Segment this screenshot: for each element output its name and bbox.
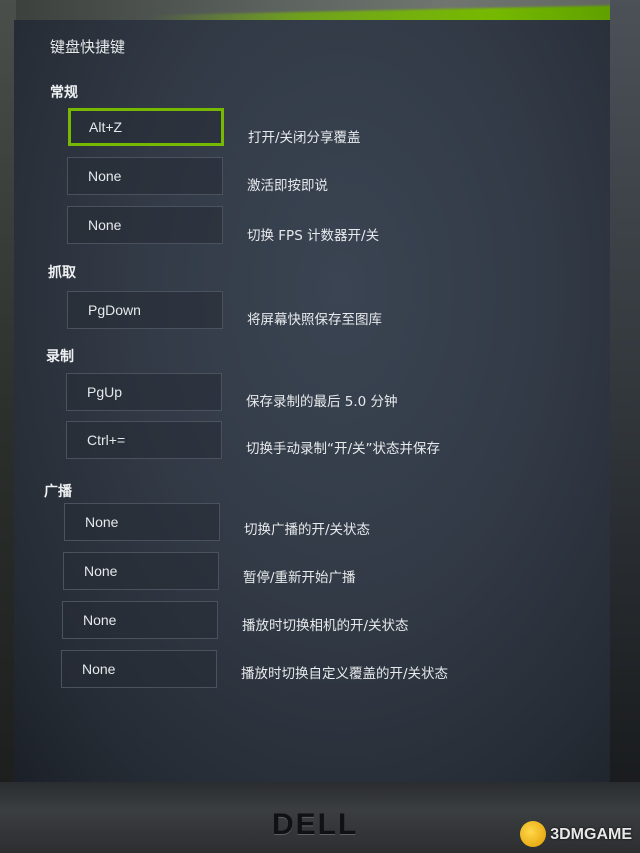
- section-record: 录制: [46, 349, 74, 365]
- shortcut-key-fps-counter[interactable]: None: [67, 206, 223, 244]
- shortcut-desc-toggle-broadcast: 切换广播的开/关状态: [244, 522, 371, 538]
- shortcut-desc-toggle-overlay: 打开/关闭分享覆盖: [248, 130, 361, 146]
- shortcut-key-pause-broadcast[interactable]: None: [63, 552, 219, 590]
- shortcut-key-save-last[interactable]: PgUp: [66, 373, 222, 411]
- watermark-icon: [520, 821, 546, 847]
- shortcut-key-toggle-camera[interactable]: None: [62, 601, 218, 639]
- shortcut-key-toggle-overlay[interactable]: Alt+Z: [68, 108, 224, 146]
- panel-title: 键盘快捷键: [50, 38, 126, 56]
- shortcut-desc-fps-counter: 切换 FPS 计数器开/关: [247, 228, 380, 244]
- shortcut-desc-pause-broadcast: 暂停/重新开始广播: [243, 570, 356, 586]
- section-capture: 抓取: [48, 265, 76, 281]
- shortcut-desc-screenshot: 将屏幕快照保存至图库: [247, 312, 382, 328]
- shortcut-key-push-to-talk[interactable]: None: [67, 157, 223, 195]
- shortcut-desc-save-last: 保存录制的最后 5.0 分钟: [246, 394, 398, 410]
- shortcut-desc-push-to-talk: 激活即按即说: [247, 178, 328, 194]
- watermark: 3DMGAME: [550, 826, 632, 843]
- shortcut-desc-toggle-camera: 播放时切换相机的开/关状态: [242, 618, 409, 634]
- shortcut-desc-manual-record: 切换手动录制“开/关”状态并保存: [246, 441, 441, 457]
- section-broadcast: 广播: [44, 484, 72, 500]
- dell-logo: DELL: [272, 808, 359, 841]
- shortcut-desc-custom-overlay: 播放时切换自定义覆盖的开/关状态: [241, 666, 449, 682]
- shortcut-key-toggle-broadcast[interactable]: None: [64, 503, 220, 541]
- monitor-right-edge: [610, 0, 640, 853]
- section-general: 常规: [50, 85, 78, 101]
- shortcut-key-manual-record[interactable]: Ctrl+=: [66, 421, 222, 459]
- shortcut-key-custom-overlay[interactable]: None: [61, 650, 217, 688]
- shortcut-key-screenshot[interactable]: PgDown: [67, 291, 223, 329]
